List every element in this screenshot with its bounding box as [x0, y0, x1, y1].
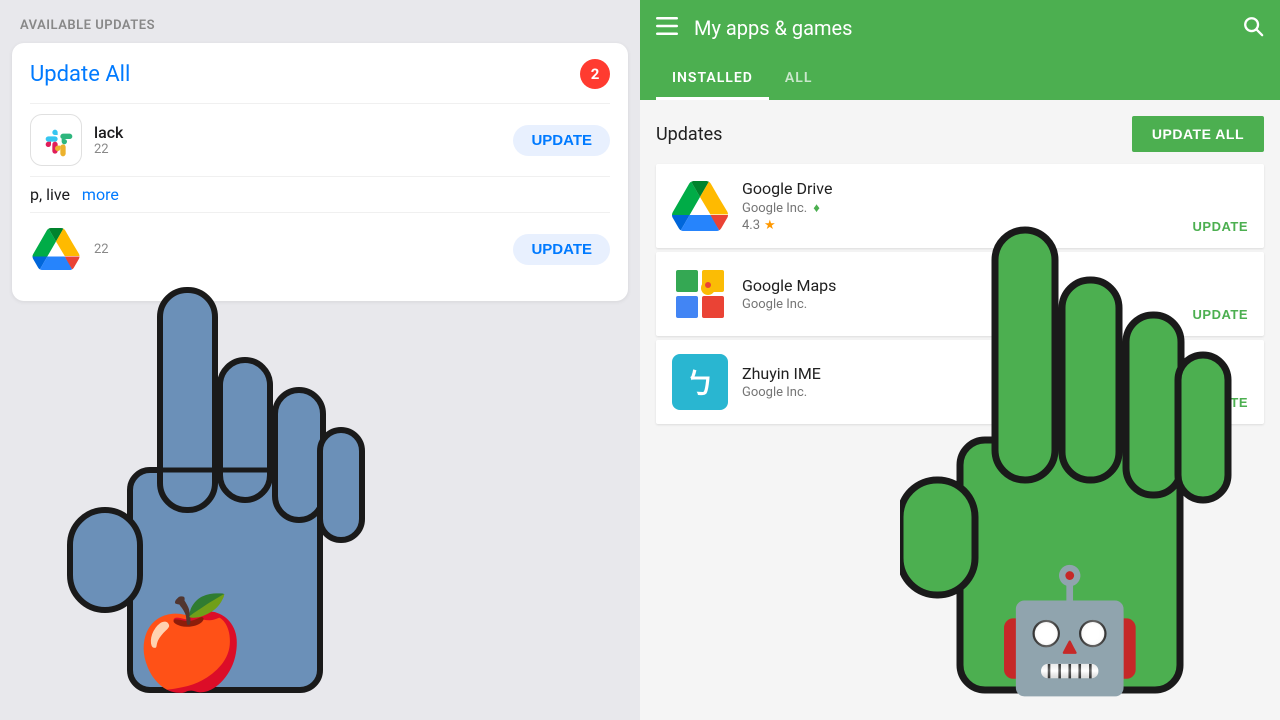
tab-installed[interactable]: INSTALLED — [656, 56, 769, 100]
slack-icon — [30, 114, 82, 166]
play-tabs: INSTALLED ALL — [640, 56, 1280, 100]
update-all-label[interactable]: Update All — [30, 62, 130, 87]
tab-all[interactable]: ALL — [769, 56, 828, 100]
zhuyin-icon: ㄅ — [672, 354, 728, 410]
play-header: My apps & games — [640, 0, 1280, 56]
updates-title: Updates — [656, 124, 722, 145]
ios-panel: AVAILABLE UPDATES Update All 2 — [0, 0, 640, 720]
slack-app-name: lack — [94, 123, 501, 142]
drive-update-button[interactable]: UPDATE — [513, 234, 610, 265]
more-link[interactable]: more — [82, 185, 119, 204]
slack-app-date: 22 — [94, 142, 501, 157]
ios-hand-illustration: 🍎 — [50, 230, 400, 720]
star-icon: ★ — [764, 218, 776, 233]
header-title: My apps & games — [694, 16, 1226, 40]
hamburger-icon[interactable] — [656, 16, 678, 40]
android-hand-illustration: 🤖 — [900, 180, 1280, 720]
google-maps-icon — [672, 266, 728, 322]
slack-update-button[interactable]: UPDATE — [513, 125, 610, 156]
updates-header: Updates UPDATE ALL — [656, 116, 1264, 152]
search-icon[interactable] — [1242, 15, 1264, 42]
android-panel: My apps & games INSTALLED ALL Updates UP… — [640, 0, 1280, 720]
update-all-button[interactable]: UPDATE ALL — [1132, 116, 1264, 152]
app-row-slack: lack 22 UPDATE — [30, 103, 610, 176]
update-all-row: Update All 2 — [30, 59, 610, 89]
update-badge: 2 — [580, 59, 610, 89]
svg-text:🍎: 🍎 — [134, 589, 246, 696]
slack-app-info: lack 22 — [94, 123, 501, 157]
google-drive-icon — [672, 178, 728, 234]
svg-text:🤖: 🤖 — [995, 562, 1144, 702]
middle-text: p, live more — [30, 185, 610, 204]
middle-text-row: p, live more — [30, 176, 610, 212]
verified-badge: ♦ — [813, 200, 820, 216]
section-header: AVAILABLE UPDATES — [0, 0, 640, 43]
